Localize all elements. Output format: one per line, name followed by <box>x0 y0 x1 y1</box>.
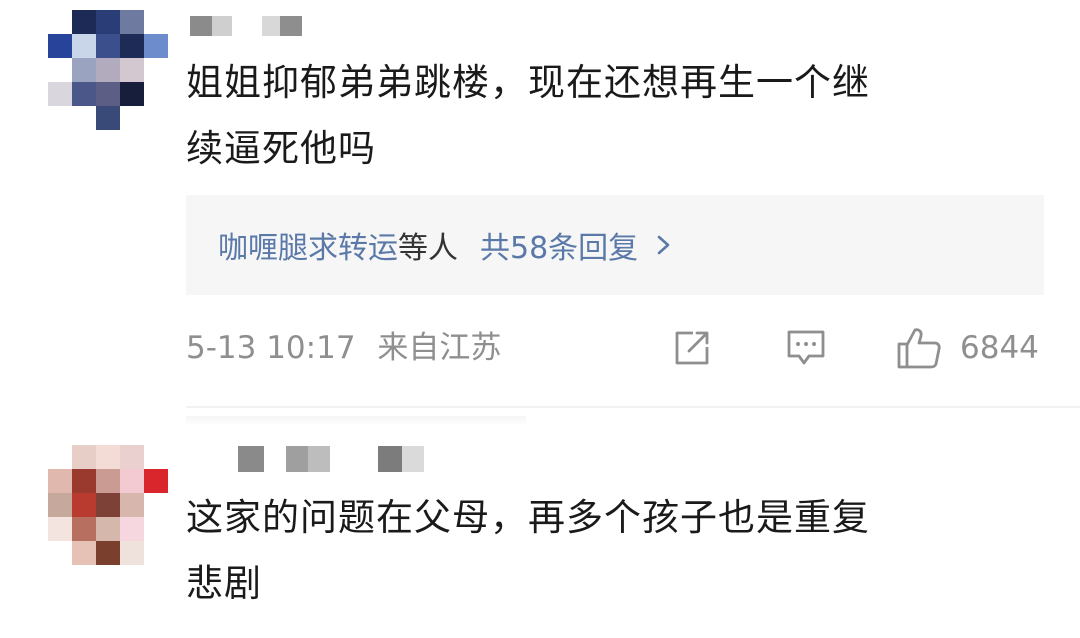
username-redacted[interactable] <box>190 14 302 36</box>
avatar[interactable] <box>48 10 168 130</box>
like-count: 6844 <box>960 330 1039 366</box>
avatar[interactable] <box>48 445 168 565</box>
comment-list: 姐姐抑郁弟弟跳楼，现在还想再生一个继 续逼死他吗 咖喱腿求转运 等人 共58条回… <box>0 0 1080 638</box>
comment-text: 姐姐抑郁弟弟跳楼，现在还想再生一个继 续逼死他吗 <box>186 50 1016 182</box>
replies-link[interactable]: 咖喱腿求转运 等人 共58条回复 <box>186 195 1044 295</box>
divider-shadow <box>186 416 526 426</box>
thumbs-up-icon <box>897 328 941 369</box>
reply-suffix: 等人 <box>398 231 458 266</box>
comment-text: 这家的问题在父母，再多个孩子也是重复 悲剧 <box>186 485 1016 617</box>
comment-text-line2: 续逼死他吗 <box>186 127 376 170</box>
comment-text-line1: 姐姐抑郁弟弟跳楼，现在还想再生一个继 <box>186 61 870 104</box>
reply-user-name[interactable]: 咖喱腿求转运 <box>218 223 398 267</box>
comment-location: 来自江苏 <box>377 330 502 366</box>
chevron-right-icon <box>657 235 670 255</box>
comment-meta: 5-13 10:17 来自江苏 <box>186 328 501 368</box>
username-redacted[interactable] <box>238 444 424 472</box>
reply-count[interactable]: 共58条回复 <box>480 223 638 267</box>
comment-button[interactable] <box>784 324 828 372</box>
comment-icon <box>787 330 825 365</box>
divider <box>186 406 1080 408</box>
comment-text-line1: 这家的问题在父母，再多个孩子也是重复 <box>186 496 870 539</box>
share-button[interactable] <box>671 324 713 372</box>
share-icon <box>675 331 709 365</box>
comment-text-line2: 悲剧 <box>186 562 262 605</box>
like-button[interactable]: 6844 <box>896 324 1039 372</box>
comment-time: 5-13 10:17 <box>186 330 356 366</box>
